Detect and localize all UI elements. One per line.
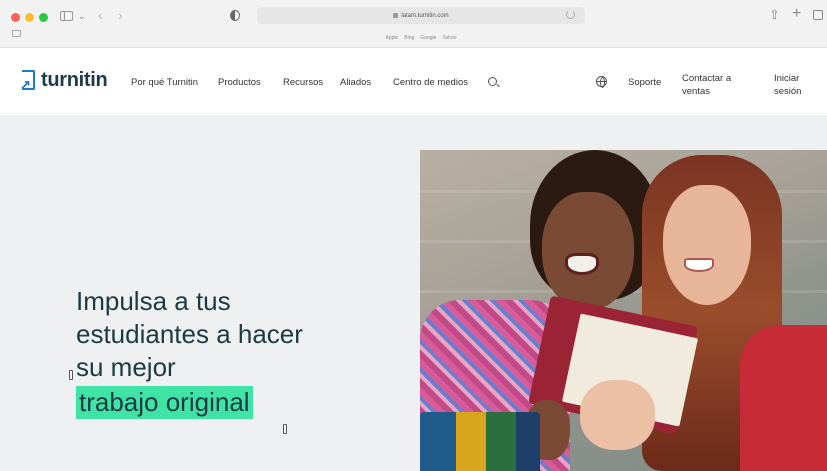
share-icon[interactable]: ⇧ (769, 8, 780, 21)
hero-photo-students (420, 150, 827, 471)
lock-icon (393, 13, 399, 18)
back-arrow-icon[interactable]: ‹ (98, 8, 103, 22)
zoom-window-button[interactable] (39, 13, 48, 22)
plus-icon[interactable]: + (792, 6, 801, 22)
favorite-link[interactable]: Yahoo (442, 35, 456, 41)
nav-item-por-que-turnitin[interactable]: Por qué Turnitin (131, 77, 198, 88)
address-bar[interactable]: latam.turnitin.com (257, 7, 585, 24)
favorite-link[interactable]: Bing (404, 35, 414, 41)
hero-headline: Impulsa a tus estudiantes a hacer su mej… (76, 285, 376, 419)
privacy-shield-icon[interactable] (230, 10, 240, 21)
logo-mark-icon: ↗ (20, 69, 37, 92)
favorites-bar: Apple Bing Google Yahoo (257, 35, 585, 41)
tabs-overview-icon[interactable] (813, 10, 823, 20)
favorite-link[interactable]: Google (420, 35, 436, 41)
text-selection-handle[interactable] (69, 370, 73, 380)
globe-icon[interactable] (596, 76, 607, 88)
login-link[interactable]: Iniciar sesión (774, 72, 819, 98)
nav-item-aliados[interactable]: Aliados (340, 77, 371, 88)
reload-icon[interactable] (566, 10, 575, 19)
forward-arrow-icon[interactable]: › (118, 8, 123, 22)
chevron-down-icon[interactable]: ⌄ (78, 10, 86, 22)
address-url: latam.turnitin.com (401, 12, 449, 19)
text-selection-handle[interactable] (283, 424, 287, 434)
hero-line: estudiantes a hacer (76, 319, 303, 349)
favorite-link[interactable]: Apple (385, 35, 398, 41)
minimize-window-button[interactable] (25, 13, 34, 22)
hero-line: su mejor (76, 352, 176, 382)
sidebar-toggle-icon[interactable] (60, 11, 73, 21)
browser-toolbar: ⌄ ‹ › latam.turnitin.com Apple Bing Goog… (0, 0, 827, 48)
site-header: ↗ turnitin Por qué Turnitin Productos Re… (0, 48, 827, 114)
nav-item-productos[interactable]: Productos (218, 77, 261, 88)
logo-text: turnitin (41, 69, 108, 91)
window-controls (11, 13, 48, 22)
close-window-button[interactable] (11, 13, 20, 22)
nav-item-recursos[interactable]: Recursos (283, 77, 323, 88)
search-icon[interactable] (488, 77, 497, 86)
hero-line: Impulsa a tus (76, 286, 231, 316)
contact-sales-link[interactable]: Contactar a ventas (682, 72, 752, 98)
nav-item-soporte[interactable]: Soporte (628, 77, 661, 88)
turnitin-logo[interactable]: ↗ turnitin (20, 69, 108, 92)
hero-highlight: trabajo original (76, 386, 253, 419)
nav-item-centro-de-medios[interactable]: Centro de medios (393, 77, 468, 88)
hero-section: Impulsa a tus estudiantes a hacer su mej… (0, 115, 827, 471)
tab-grid-icon[interactable] (12, 30, 21, 37)
